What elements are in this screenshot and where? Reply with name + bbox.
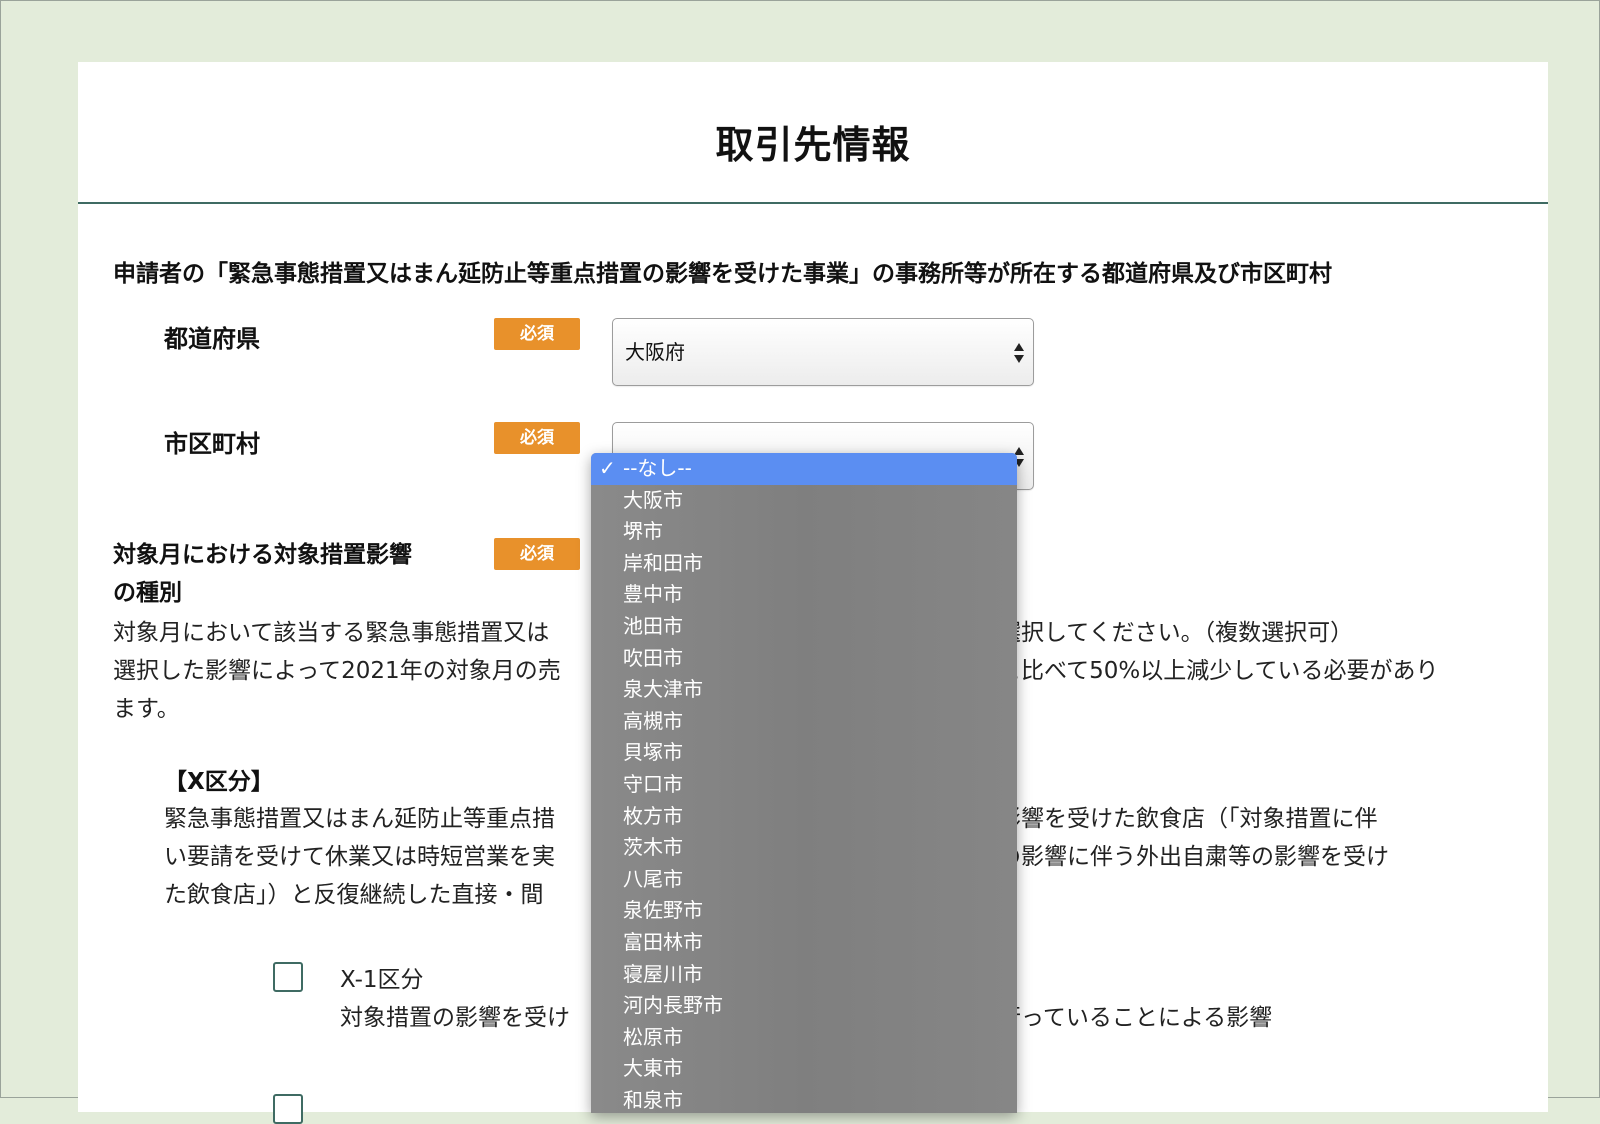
city-option-label: 守口市: [623, 771, 683, 796]
city-option-label: 泉大津市: [623, 677, 703, 702]
city-option[interactable]: 泉佐野市: [591, 895, 1017, 927]
x-desc-line1-left: 緊急事態措置又はまん延防止等重点措: [164, 806, 555, 832]
city-option[interactable]: 八尾市: [591, 864, 1017, 896]
x1-checkbox[interactable]: [273, 962, 303, 992]
x1-option-description: 対象措置の影響を受け 行っていることによる影響: [340, 998, 1272, 1032]
city-option-label: 吹田市: [623, 645, 683, 670]
city-option-label: 松原市: [623, 1024, 683, 1049]
city-option[interactable]: 岸和田市: [591, 548, 1017, 580]
prefecture-required-badge: 必須: [494, 318, 580, 350]
city-required-badge: 必須: [494, 422, 580, 454]
x-desc-line2-right: の影響に伴う外出自粛等の影響を受け: [998, 844, 1389, 870]
city-option-label: 大阪市: [623, 487, 683, 512]
select-arrows-icon: [1014, 343, 1024, 363]
desc-line2-right: と比べて50%以上減少している必要があり: [998, 658, 1439, 684]
desc-line2-left: 選択した影響によって2021年の対象月の売: [113, 658, 561, 684]
title-divider: [78, 202, 1548, 204]
impact-type-label-line2: の種別: [113, 580, 182, 606]
x2-checkbox[interactable]: [273, 1094, 303, 1124]
city-option-label: 富田林市: [623, 929, 703, 954]
city-option-label: 茨木市: [623, 835, 683, 860]
city-option[interactable]: 寝屋川市: [591, 959, 1017, 991]
city-option[interactable]: 池田市: [591, 611, 1017, 643]
prefecture-select[interactable]: 大阪府: [612, 318, 1034, 386]
page-title: 取引先情報: [715, 123, 911, 167]
city-option-label: 堺市: [623, 519, 663, 544]
x-section-heading: 【X区分】: [164, 769, 274, 795]
city-option-label: 豊中市: [623, 582, 683, 607]
city-option-label: 八尾市: [623, 866, 683, 891]
x-desc-line1-right: 影響を受けた飲食店（「対象措置に伴: [998, 806, 1378, 832]
city-option-label: 貝塚市: [623, 740, 683, 765]
city-option[interactable]: ✓ --なし--: [591, 453, 1017, 485]
city-option[interactable]: 茨木市: [591, 832, 1017, 864]
x1-desc-left: 対象措置の影響を受け: [340, 1005, 570, 1031]
x1-option-title: X-1区分: [340, 967, 424, 993]
x1-desc-right: 行っていることによる影響: [998, 1005, 1273, 1031]
section-heading: 申請者の「緊急事態措置又はまん延防止等重点措置の影響を受けた事業」の事務所等が所…: [113, 261, 1332, 287]
city-option-label: 河内長野市: [623, 993, 723, 1018]
city-option-label: 和泉市: [623, 1087, 683, 1112]
city-option-label: 高槻市: [623, 708, 683, 733]
city-option[interactable]: 泉大津市: [591, 674, 1017, 706]
checkmark-icon: ✓: [599, 456, 616, 480]
city-option[interactable]: 高槻市: [591, 706, 1017, 738]
desc-line1-right: 選択してください。（複数選択可）: [998, 620, 1354, 646]
city-option-label: 大東市: [623, 1056, 683, 1081]
x-desc-line2-left: い要請を受けて休業又は時短営業を実: [164, 844, 555, 870]
desc-line1-left: 対象月において該当する緊急事態措置又は: [113, 620, 550, 646]
city-option-label: 池田市: [623, 613, 683, 638]
city-option[interactable]: 堺市: [591, 516, 1017, 548]
impact-type-label-line1: 対象月における対象措置影響: [113, 542, 412, 568]
city-option[interactable]: 富田林市: [591, 927, 1017, 959]
prefecture-select-value: 大阪府: [625, 340, 685, 364]
city-option[interactable]: 河内長野市: [591, 990, 1017, 1022]
city-option[interactable]: 吹田市: [591, 643, 1017, 675]
city-option-label: --なし--: [623, 456, 692, 480]
city-option-label: 枚方市: [623, 803, 683, 828]
city-option[interactable]: 大阪市: [591, 485, 1017, 517]
city-option[interactable]: 貝塚市: [591, 737, 1017, 769]
prefecture-label: 都道府県: [164, 325, 260, 353]
city-option[interactable]: 豊中市: [591, 579, 1017, 611]
city-option[interactable]: 枚方市: [591, 801, 1017, 833]
city-option[interactable]: 守口市: [591, 769, 1017, 801]
impact-type-required-badge: 必須: [494, 538, 580, 570]
city-option[interactable]: 松原市: [591, 1022, 1017, 1054]
city-dropdown-menu[interactable]: ✓ --なし-- 大阪市堺市岸和田市豊中市池田市吹田市泉大津市高槻市貝塚市守口市枚方…: [591, 453, 1017, 1113]
city-option[interactable]: 大東市: [591, 1053, 1017, 1085]
city-option-label: 寝屋川市: [623, 961, 703, 986]
city-option-label: 岸和田市: [623, 550, 703, 575]
city-label: 市区町村: [164, 430, 260, 458]
city-option-label: 泉佐野市: [623, 898, 703, 923]
impact-type-label: 対象月における対象措置影響 の種別: [113, 536, 412, 612]
city-option[interactable]: 和泉市: [591, 1085, 1017, 1113]
